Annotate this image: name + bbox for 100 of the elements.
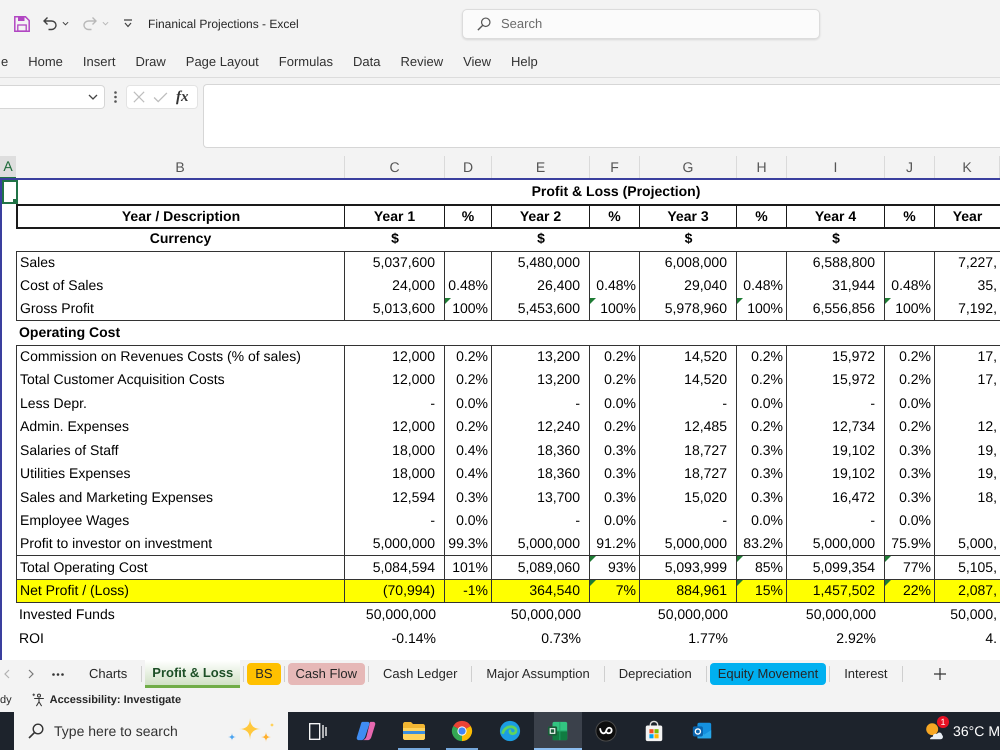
- column-header[interactable]: A: [0, 156, 16, 179]
- ribbon-logo-icon[interactable]: [355, 720, 377, 742]
- taskbar-search-field[interactable]: Type here to search: [14, 712, 288, 750]
- row-label: Currency: [150, 229, 212, 248]
- spreadsheet-tile-icon[interactable]: [547, 720, 569, 742]
- sheet-tab[interactable]: Interest: [833, 660, 899, 688]
- chevron-right-icon[interactable]: [28, 669, 34, 679]
- table-value: 0.2%: [751, 370, 783, 390]
- table-value: -: [722, 511, 727, 530]
- sheet-tab[interactable]: Depreciation: [608, 660, 703, 688]
- ribbon-tab[interactable]: Home: [28, 52, 63, 72]
- search-field[interactable]: Search: [462, 8, 820, 38]
- notification-badge: 1: [937, 716, 950, 728]
- table-value: 0.3%: [751, 464, 783, 484]
- name-box-field[interactable]: [0, 85, 105, 109]
- table-value: 0.0%: [899, 394, 931, 413]
- table-value: 0.0%: [456, 511, 488, 530]
- sheet-tab[interactable]: Charts: [78, 660, 138, 688]
- row-label: ROI: [19, 628, 44, 648]
- accessibility-icon[interactable]: [32, 693, 46, 707]
- table-value: 0.0%: [751, 511, 783, 530]
- chevron-down-icon[interactable]: [88, 94, 98, 100]
- table-value: 0.2%: [751, 347, 783, 366]
- table-value: 18,360: [537, 440, 580, 460]
- cell-selection-frame[interactable]: [2, 180, 18, 204]
- round-logo-icon[interactable]: [595, 720, 617, 742]
- window-title: Finanical Projections - Excel: [148, 16, 299, 32]
- table-value: -: [575, 511, 580, 530]
- table-value: 5,093,999: [664, 558, 727, 577]
- column-heading: Year 3: [667, 206, 709, 226]
- table-value: 0.2%: [899, 370, 931, 390]
- table-value: 19,102: [832, 440, 875, 460]
- table-value: 884,961: [676, 581, 727, 600]
- ribbon-tab[interactable]: Review: [400, 52, 444, 72]
- table-value: 0.3%: [899, 464, 931, 484]
- sheet-tab[interactable]: Cash Ledger: [372, 660, 468, 688]
- table-value: 19,102: [832, 464, 875, 484]
- sun-cloud-icon[interactable]: [923, 720, 946, 742]
- vertical-dots-icon[interactable]: [114, 91, 117, 103]
- table-value: 0.3%: [604, 488, 636, 507]
- accessibility-status[interactable]: Accessibility: Investigate: [50, 692, 182, 708]
- ribbon-tab[interactable]: e: [1, 52, 8, 72]
- row-label: Cost of Sales: [20, 276, 104, 296]
- table-value: 22%: [902, 581, 931, 600]
- undo-icon[interactable]: [42, 16, 58, 32]
- table-value: 100%: [452, 299, 488, 318]
- ribbon-tab[interactable]: Formulas: [278, 52, 333, 72]
- plus-icon[interactable]: [934, 668, 946, 680]
- wave-circle-icon[interactable]: [499, 720, 521, 742]
- shopping-bag-icon[interactable]: [643, 720, 665, 742]
- table-value: 5,037,600: [372, 253, 435, 272]
- table-value: 16,472: [832, 488, 875, 507]
- column-heading: %: [608, 206, 621, 226]
- table-value: 1.77%: [688, 628, 728, 648]
- table-value: 50,000,000: [510, 605, 581, 624]
- active-app-highlight[interactable]: [534, 712, 582, 750]
- table-value: 4.: [985, 628, 997, 648]
- table-value: 0.2%: [899, 417, 931, 436]
- sheet-tab[interactable]: Major Assumption: [475, 660, 601, 688]
- row-label: Net Profit / (Loss): [20, 581, 129, 600]
- more-icon[interactable]: [52, 672, 64, 676]
- function-button[interactable]: fx: [176, 90, 188, 104]
- table-value: 5,000,000: [812, 534, 875, 554]
- table-value: 12,240: [537, 417, 580, 436]
- formula-input-field[interactable]: [203, 84, 1000, 148]
- folder-icon[interactable]: [402, 721, 426, 741]
- currency-symbol: $: [391, 229, 399, 248]
- save-icon[interactable]: [14, 16, 30, 32]
- weather-condition[interactable]: M: [988, 720, 1000, 742]
- table-value: 50,000,000: [366, 605, 436, 624]
- table-value: 85%: [754, 558, 783, 577]
- sheet-tab[interactable]: Equity Movement: [710, 663, 826, 685]
- table-value: 7,192,: [958, 299, 997, 318]
- table-value: 5,000,000: [664, 534, 727, 554]
- table-value: 83.2%: [743, 534, 783, 554]
- caret-icon[interactable]: [62, 21, 69, 26]
- segmented-circle-icon[interactable]: [451, 720, 473, 742]
- sheet-tab[interactable]: BS: [247, 663, 281, 685]
- caret-bar-icon[interactable]: [123, 19, 133, 28]
- task-view-icon[interactable]: [309, 722, 327, 740]
- ribbon-tab[interactable]: Draw: [135, 52, 166, 72]
- ribbon-tab[interactable]: View: [463, 52, 492, 72]
- ribbon-tab[interactable]: Help: [511, 52, 538, 72]
- table-value: 6,556,856: [812, 299, 875, 318]
- table-value: 5,480,000: [518, 253, 580, 272]
- weather-temperature[interactable]: 36°C: [953, 720, 984, 742]
- table-value: 5,013,600: [372, 299, 435, 318]
- table-value: 5,099,354: [812, 558, 875, 577]
- row-label: Employee Wages: [20, 511, 130, 530]
- ribbon-tab[interactable]: Insert: [82, 52, 116, 72]
- column-heading: %: [903, 206, 916, 226]
- ribbon-tab[interactable]: Data: [352, 52, 380, 72]
- ribbon-tab[interactable]: Page Layout: [186, 52, 259, 72]
- table-value: 0.48%: [448, 276, 488, 296]
- sheet-tab[interactable]: Cash Flow: [288, 663, 365, 685]
- search-icon: [28, 723, 44, 739]
- table-value: 17,: [978, 347, 997, 366]
- table-value: 14,520: [684, 347, 727, 366]
- table-value: 0.3%: [751, 488, 783, 507]
- table-value: 12,: [978, 417, 997, 436]
